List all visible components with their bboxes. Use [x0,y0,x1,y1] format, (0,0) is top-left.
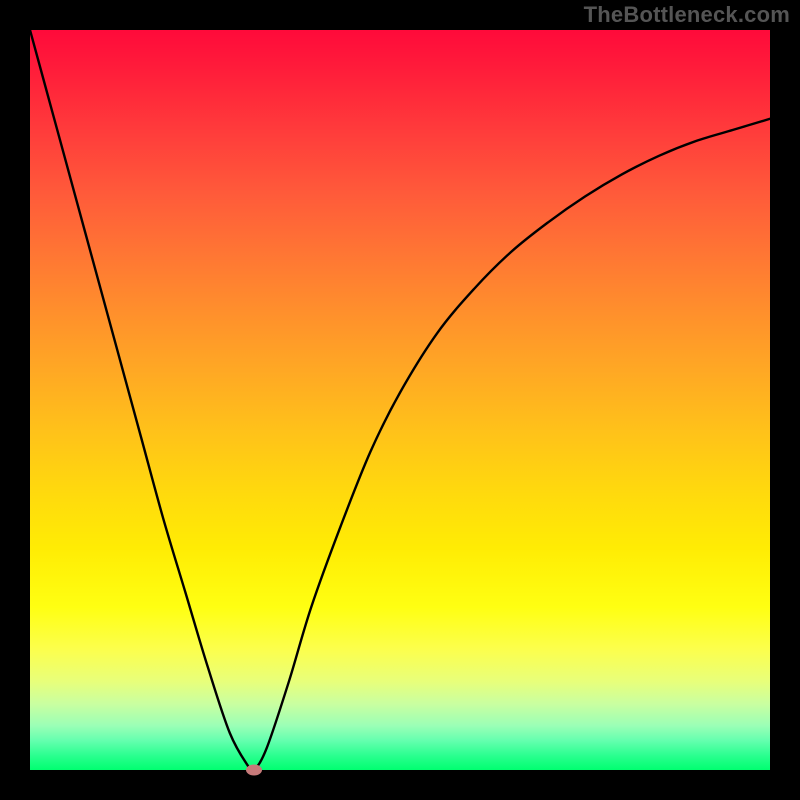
chart-frame: TheBottleneck.com [0,0,800,800]
bottleneck-curve [30,30,770,770]
watermark-text: TheBottleneck.com [584,2,790,28]
plot-area [30,30,770,770]
minimum-marker [246,765,262,776]
